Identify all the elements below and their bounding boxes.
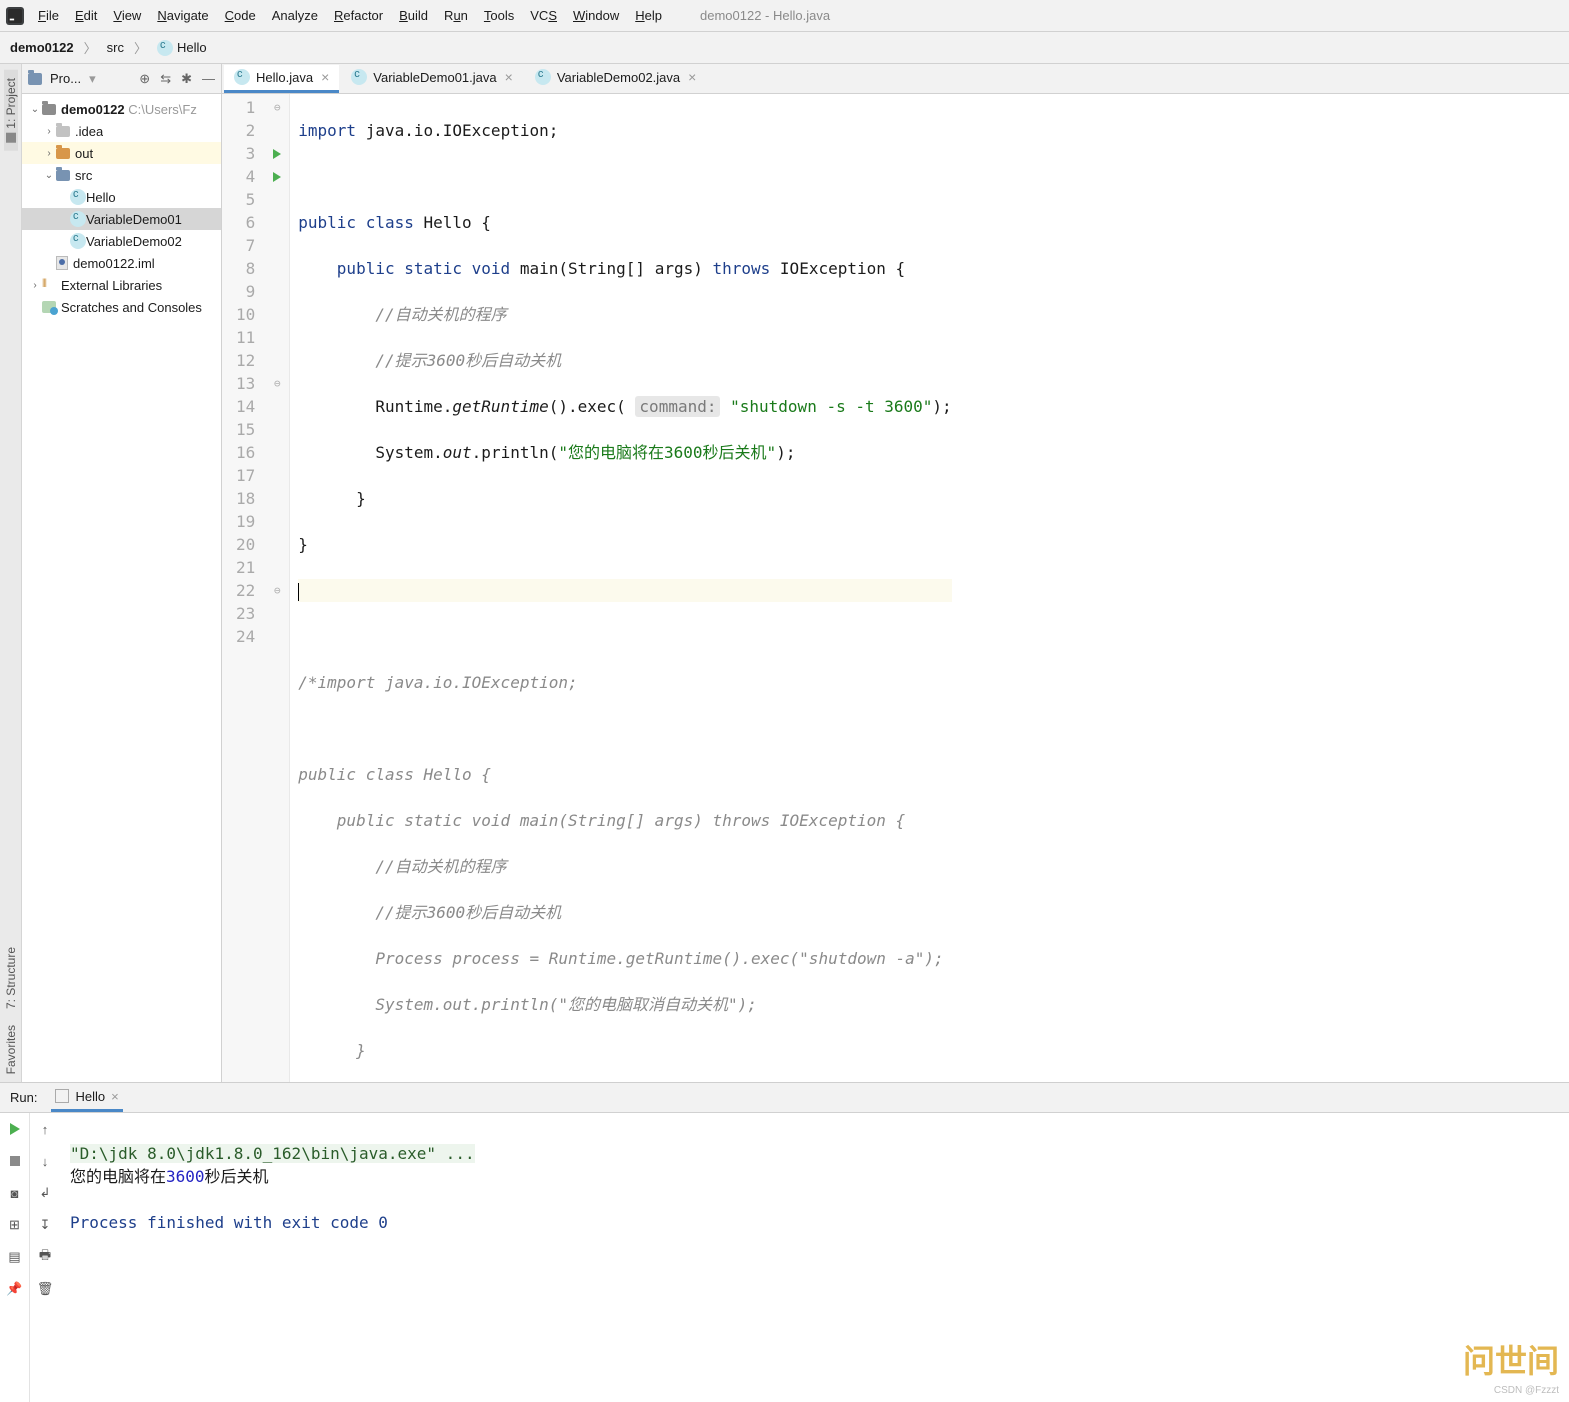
run-header: Run: Hello × bbox=[0, 1083, 1569, 1113]
tool-window-bar-left: 1: Project 7: Structure Favorites bbox=[0, 64, 22, 1082]
tree-scratches[interactable]: Scratches and Consoles bbox=[22, 296, 221, 318]
tree-src[interactable]: ⌄src bbox=[22, 164, 221, 186]
menu-file[interactable]: File bbox=[36, 6, 61, 25]
parameter-hint: command: bbox=[635, 396, 720, 417]
layout-cols-icon[interactable]: ▤ bbox=[5, 1247, 25, 1267]
close-icon[interactable]: × bbox=[688, 69, 696, 85]
tab-project[interactable]: 1: Project bbox=[4, 70, 18, 151]
menu-tools[interactable]: Tools bbox=[482, 6, 516, 25]
editor-tabs: Hello.java× VariableDemo01.java× Variabl… bbox=[222, 64, 1569, 94]
menu-refactor[interactable]: Refactor bbox=[332, 6, 385, 25]
caret bbox=[298, 583, 299, 601]
project-tree[interactable]: ⌄demo0122 C:\Users\Fz ›.idea ›out ⌄src H… bbox=[22, 94, 221, 322]
tree-file-hello[interactable]: Hello bbox=[22, 186, 221, 208]
tab-hello[interactable]: Hello.java× bbox=[224, 65, 339, 93]
console-output[interactable]: "D:\jdk 8.0\jdk1.8.0_162\bin\java.exe" .… bbox=[60, 1113, 1569, 1402]
console-exit: Process finished with exit code 0 bbox=[70, 1213, 388, 1232]
run-tab-hello[interactable]: Hello × bbox=[51, 1084, 122, 1112]
tab-var1[interactable]: VariableDemo01.java× bbox=[341, 65, 523, 93]
class-icon bbox=[157, 40, 173, 56]
menu-window[interactable]: Window bbox=[571, 6, 621, 25]
menu-analyze[interactable]: Analyze bbox=[270, 6, 320, 25]
close-icon[interactable]: × bbox=[321, 69, 329, 85]
close-icon[interactable]: × bbox=[505, 69, 513, 85]
layout-icon[interactable]: ⊞ bbox=[5, 1215, 25, 1235]
menu-build[interactable]: Build bbox=[397, 6, 430, 25]
window-title: demo0122 - Hello.java bbox=[700, 8, 830, 23]
gutter-icons[interactable]: ⊖⊖⊖ bbox=[265, 94, 289, 1082]
tree-project-root[interactable]: ⌄demo0122 C:\Users\Fz bbox=[22, 98, 221, 120]
menu-navigate[interactable]: Navigate bbox=[155, 6, 210, 25]
tab-favorites[interactable]: Favorites bbox=[4, 1017, 18, 1082]
run-tool-window: Run: Hello × ◙ ⊞ ▤ 📌 ↑ ↓ bbox=[0, 1082, 1569, 1402]
class-icon bbox=[234, 69, 250, 85]
print-icon[interactable]: 🖶 bbox=[35, 1247, 55, 1267]
tab-var2[interactable]: VariableDemo02.java× bbox=[525, 65, 707, 93]
console-cmd: "D:\jdk 8.0\jdk1.8.0_162\bin\java.exe" .… bbox=[70, 1144, 475, 1163]
up-icon[interactable]: ↑ bbox=[35, 1119, 55, 1139]
tab-structure[interactable]: 7: Structure bbox=[4, 939, 18, 1017]
crumb-project[interactable]: demo0122 bbox=[10, 40, 74, 55]
menu-run[interactable]: Run bbox=[442, 6, 470, 25]
stop-icon[interactable] bbox=[5, 1151, 25, 1171]
project-header: Pro...▾ ⊕ ⇆ ✱ — bbox=[22, 64, 221, 94]
editor-area: Hello.java× VariableDemo01.java× Variabl… bbox=[222, 64, 1569, 1082]
crumb-class[interactable]: Hello bbox=[157, 40, 207, 56]
trash-icon[interactable]: 🗑 bbox=[35, 1279, 55, 1299]
menu-help[interactable]: Help bbox=[633, 6, 664, 25]
chevron-right-icon: 〉 bbox=[130, 38, 151, 57]
project-tool-window: Pro...▾ ⊕ ⇆ ✱ — ⌄demo0122 C:\Users\Fz ›.… bbox=[22, 64, 222, 1082]
collapse-icon[interactable]: ⇆ bbox=[160, 71, 171, 87]
tree-ext-lib[interactable]: ›External Libraries bbox=[22, 274, 221, 296]
rerun-icon[interactable] bbox=[5, 1119, 25, 1139]
locate-icon[interactable]: ⊕ bbox=[139, 71, 150, 87]
menu-code[interactable]: Code bbox=[223, 6, 258, 25]
down-icon[interactable]: ↓ bbox=[35, 1151, 55, 1171]
class-icon bbox=[351, 69, 367, 85]
line-numbers: 123456789101112131415161718192021222324 bbox=[222, 94, 265, 1082]
class-icon bbox=[535, 69, 551, 85]
tree-idea[interactable]: ›.idea bbox=[22, 120, 221, 142]
menu-bar: File Edit View Navigate Code Analyze Ref… bbox=[0, 0, 1569, 32]
menu-edit[interactable]: Edit bbox=[73, 6, 99, 25]
run-config-icon bbox=[55, 1089, 69, 1103]
folder-icon bbox=[28, 73, 42, 85]
menu-vcs[interactable]: VCS bbox=[528, 6, 559, 25]
run-gutter-icon[interactable] bbox=[273, 172, 281, 182]
settings-icon[interactable]: ✱ bbox=[181, 71, 192, 87]
camera-icon[interactable]: ◙ bbox=[5, 1183, 25, 1203]
wrap-icon[interactable]: ↲ bbox=[35, 1183, 55, 1203]
menu-view[interactable]: View bbox=[111, 6, 143, 25]
project-view-label[interactable]: Pro... bbox=[50, 71, 81, 86]
code-editor[interactable]: 123456789101112131415161718192021222324 … bbox=[222, 94, 1569, 1082]
code-content[interactable]: import java.io.IOException; public class… bbox=[290, 94, 951, 1082]
console-line: 您的电脑将在3600秒后关机 bbox=[70, 1167, 269, 1186]
run-toolbar: ◙ ⊞ ▤ 📌 ↑ ↓ ↲ ↧ 🖶 🗑 bbox=[0, 1113, 60, 1402]
close-icon[interactable]: × bbox=[111, 1089, 119, 1104]
tree-iml[interactable]: demo0122.iml bbox=[22, 252, 221, 274]
tree-out[interactable]: ›out bbox=[22, 142, 221, 164]
breadcrumb: demo0122 〉 src 〉 Hello bbox=[0, 32, 1569, 64]
app-icon bbox=[6, 7, 24, 25]
hide-icon[interactable]: — bbox=[202, 71, 215, 87]
tree-file-var2[interactable]: VariableDemo02 bbox=[22, 230, 221, 252]
pin-icon[interactable]: 📌 bbox=[5, 1279, 25, 1299]
project-icon bbox=[6, 133, 16, 143]
tree-file-var1[interactable]: VariableDemo01 bbox=[22, 208, 221, 230]
chevron-right-icon: 〉 bbox=[80, 38, 101, 57]
run-gutter-icon[interactable] bbox=[273, 149, 281, 159]
crumb-src[interactable]: src bbox=[107, 40, 124, 55]
run-label: Run: bbox=[10, 1090, 37, 1105]
scroll-end-icon[interactable]: ↧ bbox=[35, 1215, 55, 1235]
